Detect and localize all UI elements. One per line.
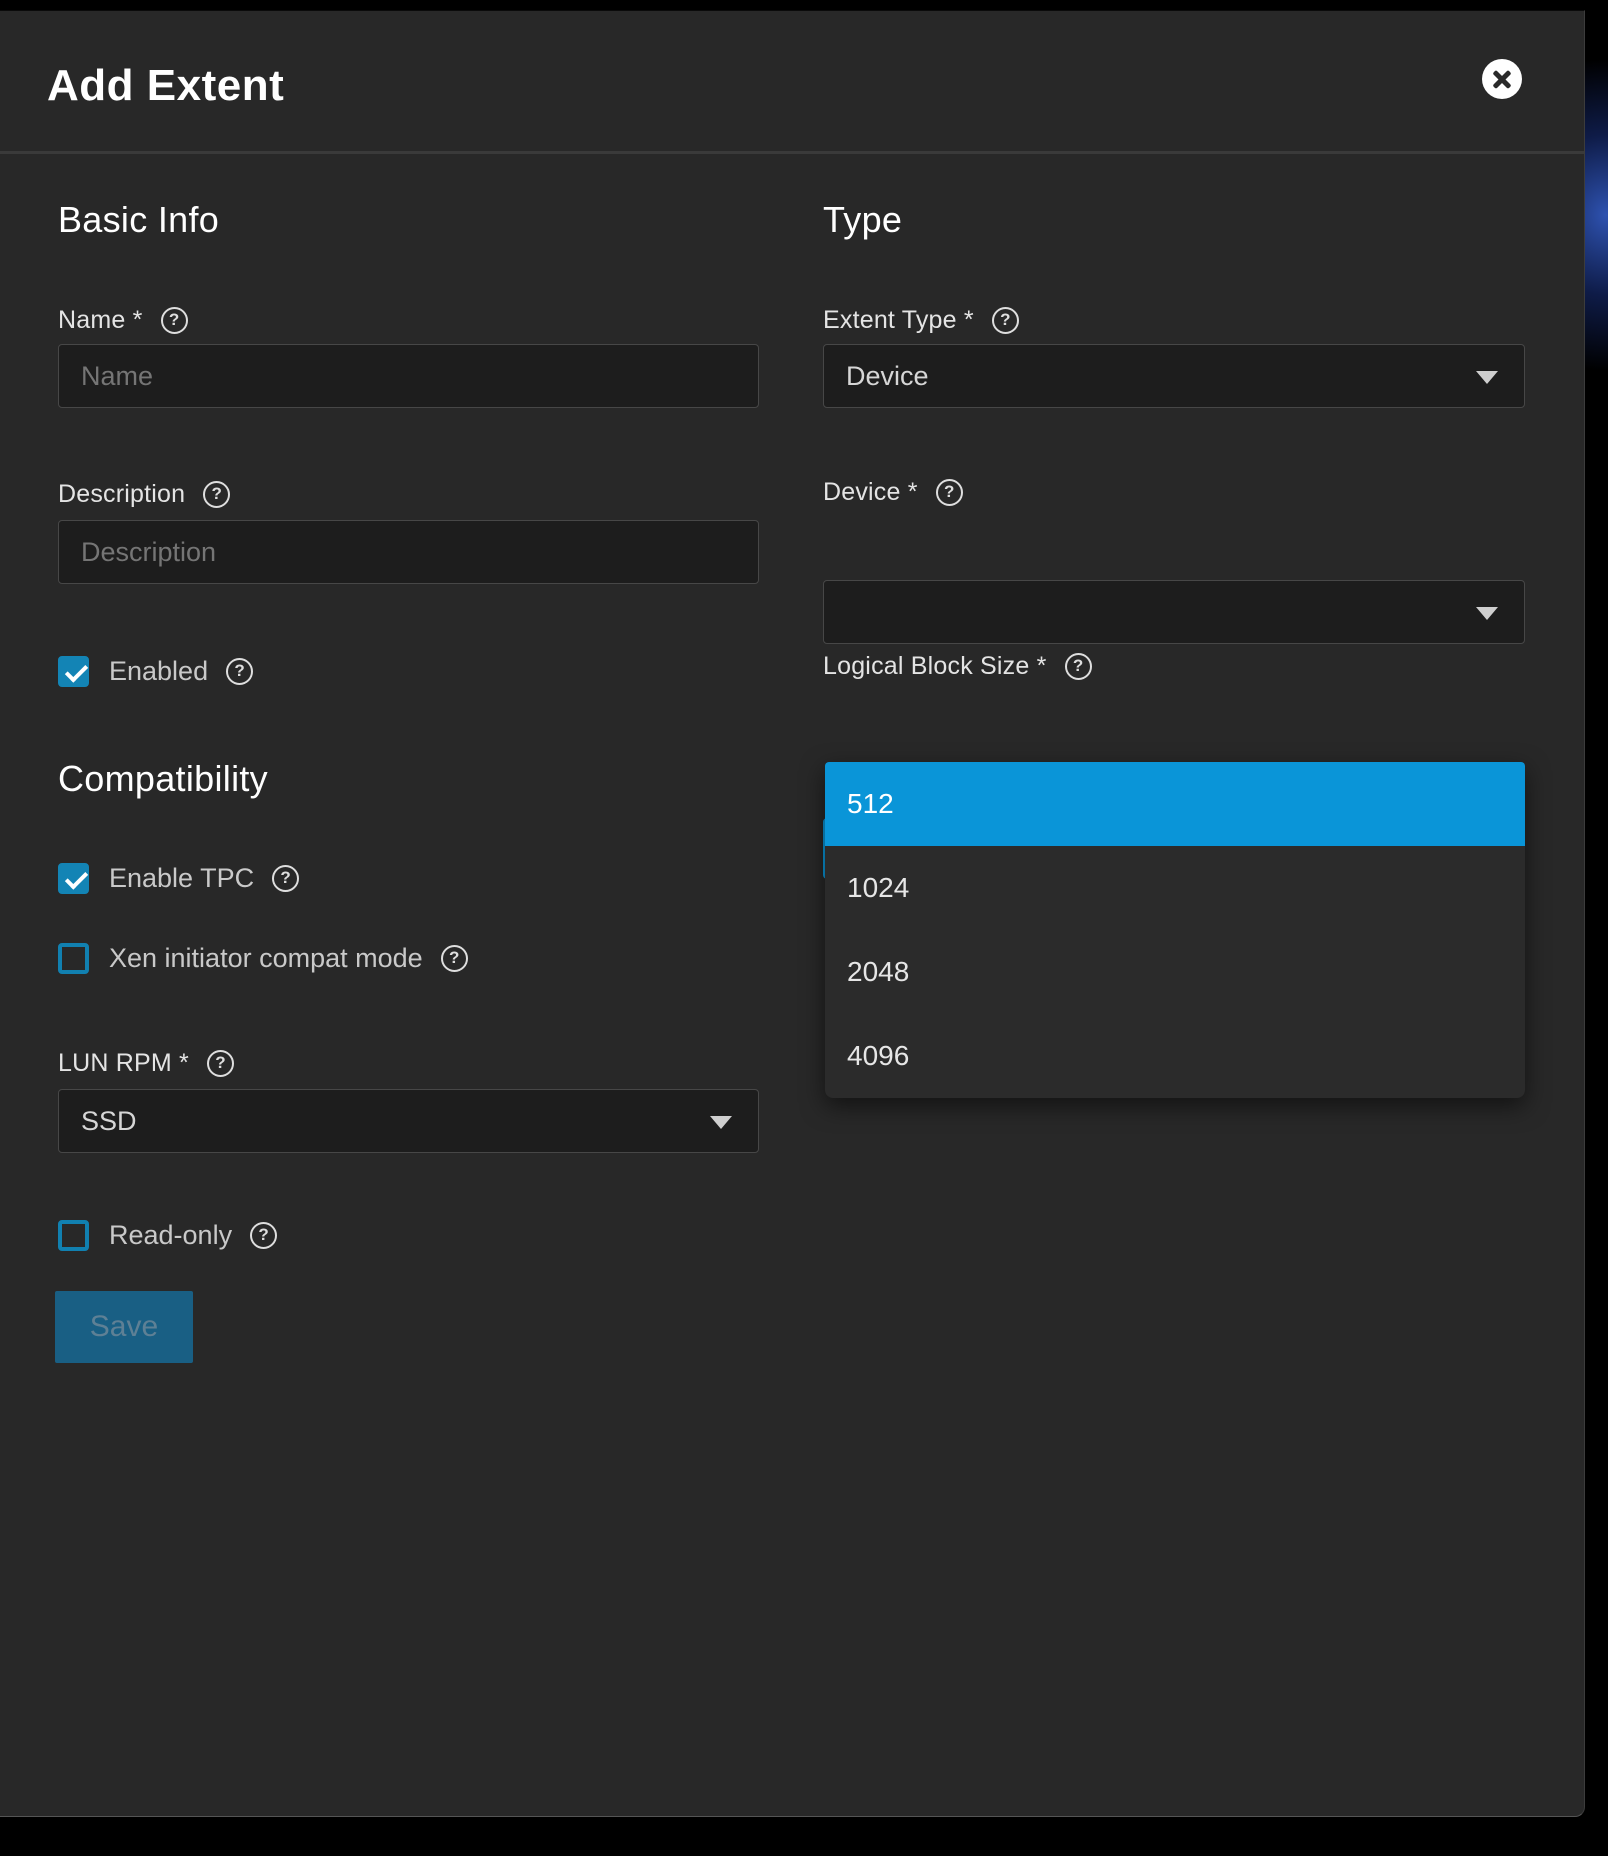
extent-type-label: Extent Type * (823, 306, 974, 335)
block-size-option-1024[interactable]: 1024 (825, 846, 1525, 930)
enabled-label: Enabled (109, 656, 208, 687)
description-input[interactable] (58, 520, 759, 584)
section-type: Type (823, 199, 1525, 241)
read-only-help-icon[interactable] (250, 1222, 277, 1249)
name-help-icon[interactable] (161, 307, 188, 334)
enabled-help-icon[interactable] (226, 658, 253, 685)
read-only-label: Read-only (109, 1220, 232, 1251)
right-column: Type Extent Type * Device Device * Logic… (823, 11, 1525, 200)
enabled-checkbox[interactable] (58, 656, 89, 687)
chevron-down-icon (1476, 607, 1498, 620)
block-size-option-4096[interactable]: 4096 (825, 1014, 1525, 1098)
name-label-row: Name * (58, 304, 759, 336)
extent-type-value: Device (846, 361, 929, 392)
section-compatibility: Compatibility (58, 758, 759, 800)
extent-type-label-row: Extent Type * (823, 304, 1525, 336)
left-column: Basic Info Name * Description Enabled Co… (58, 11, 759, 75)
device-select[interactable] (823, 580, 1525, 644)
block-size-option-512[interactable]: 512 (825, 762, 1525, 846)
description-label: Description (58, 480, 185, 509)
chevron-down-icon (1476, 371, 1498, 384)
enable-tpc-label: Enable TPC (109, 863, 254, 894)
lun-rpm-value: SSD (81, 1106, 137, 1137)
lun-rpm-help-icon[interactable] (207, 1050, 234, 1077)
enable-tpc-checkbox[interactable] (58, 863, 89, 894)
lun-rpm-select[interactable]: SSD (58, 1089, 759, 1153)
enable-tpc-row: Enable TPC (58, 862, 759, 894)
save-button[interactable]: Save (55, 1291, 193, 1363)
extent-type-help-icon[interactable] (992, 307, 1019, 334)
lun-rpm-label: LUN RPM * (58, 1049, 189, 1078)
name-label: Name * (58, 306, 143, 335)
extent-type-select[interactable]: Device (823, 344, 1525, 408)
xen-compat-checkbox[interactable] (58, 943, 89, 974)
chevron-down-icon (710, 1116, 732, 1129)
xen-compat-row: Xen initiator compat mode (58, 942, 759, 974)
description-label-row: Description (58, 478, 759, 510)
read-only-checkbox[interactable] (58, 1220, 89, 1251)
add-extent-dialog: Add Extent Basic Info Name * Description… (0, 10, 1585, 1817)
device-label-row: Device * (823, 476, 1525, 508)
block-size-label-row: Logical Block Size * (823, 650, 1525, 682)
block-size-help-icon[interactable] (1065, 653, 1092, 680)
enable-tpc-help-icon[interactable] (272, 865, 299, 892)
name-input[interactable] (58, 344, 759, 408)
xen-compat-label: Xen initiator compat mode (109, 943, 423, 974)
section-basic-info: Basic Info (58, 199, 759, 241)
description-help-icon[interactable] (203, 481, 230, 508)
device-label: Device * (823, 478, 918, 507)
xen-compat-help-icon[interactable] (441, 945, 468, 972)
block-size-option-2048[interactable]: 2048 (825, 930, 1525, 1014)
read-only-row: Read-only (58, 1219, 759, 1251)
lun-rpm-label-row: LUN RPM * (58, 1047, 759, 1079)
enabled-row: Enabled (58, 655, 759, 687)
block-size-label: Logical Block Size * (823, 652, 1047, 681)
device-help-icon[interactable] (936, 479, 963, 506)
block-size-option-list: 512102420484096 (825, 762, 1525, 1098)
